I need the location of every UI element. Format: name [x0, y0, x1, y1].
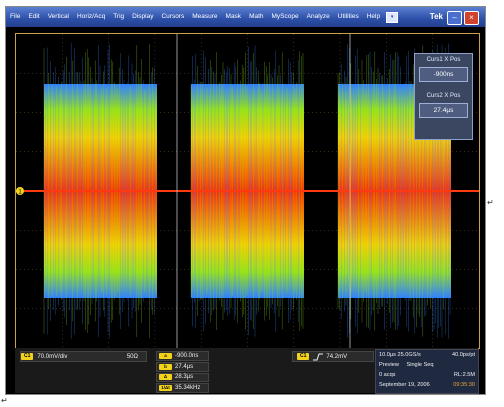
waveform-plot: 1 [16, 34, 479, 348]
menu-item-math[interactable]: Math [245, 7, 267, 27]
menu-item-display[interactable]: Display [128, 7, 157, 27]
channel-scale: 70.0mV/div [37, 353, 68, 360]
acq-date: September 19, 2006 [379, 382, 430, 388]
menu-item-help[interactable]: Help [363, 7, 384, 27]
trigger-level: 74.2mV [326, 353, 348, 360]
acq-mode: Preview [379, 362, 399, 368]
waveform-display[interactable]: 1 Curs1 X Pos -900ns Curs2 X Pos 27.4µs [15, 33, 480, 349]
brand-logo: Tek [429, 12, 443, 21]
cursor2-label: Curs2 X Pos [426, 93, 461, 99]
chevron-down-icon[interactable]: ▾ [386, 11, 399, 23]
sample-rate: 25.0GS/s [397, 352, 421, 358]
close-icon[interactable]: × [464, 11, 479, 25]
rising-edge-icon [313, 353, 324, 360]
return-mark: ↵ [487, 198, 494, 207]
menu-item-trig[interactable]: Trig [109, 7, 128, 27]
cursor-readout-panel[interactable]: Curs1 X Pos -900ns Curs2 X Pos 27.4µs [414, 53, 473, 140]
acq-time: 09:35:30 [453, 382, 475, 388]
status-bar: C1 70.0mV/div 50Ω a -900.0ns b 27.4µs Δ 28.… [15, 348, 479, 394]
channel-readout[interactable]: C1 70.0mV/div 50Ω [20, 351, 147, 362]
trigger-channel-chip: C1 [297, 353, 310, 360]
menu-item-vertical[interactable]: Vertical [44, 7, 73, 27]
channel-1-marker[interactable]: 1 [16, 187, 24, 196]
menu-item-file[interactable]: File [6, 7, 24, 27]
oscilloscope-window: File Edit Vertical Horiz/Acq Trig Display Curs… [5, 6, 486, 395]
menu-item-analyze[interactable]: Analyze [303, 7, 334, 27]
timebase: 10.0µs [379, 352, 396, 358]
menu-item-horiz-acq[interactable]: Horiz/Acq [73, 7, 109, 27]
acq-count: 0 acqs [379, 372, 396, 378]
menu-item-mask[interactable]: Mask [222, 7, 246, 27]
channel-impedance: 50Ω [126, 353, 138, 360]
menu-bar: File Edit Vertical Horiz/Acq Trig Display Curs… [6, 7, 485, 27]
resolution: 40.0ps/pt [451, 352, 475, 358]
menu-item-edit[interactable]: Edit [24, 7, 43, 27]
trigger-readout[interactable]: C1 74.2mV [292, 351, 374, 362]
channel-chip: C1 [21, 353, 34, 360]
menu-item-cursors[interactable]: Cursors [157, 7, 188, 27]
menu-item-measure[interactable]: Measure [188, 7, 221, 27]
measurement-row[interactable]: 1/Δt 35.34kHz [156, 383, 209, 393]
measurement-row[interactable]: Δ 28.3µs [156, 372, 209, 383]
cursor1-value[interactable]: -900ns [419, 67, 468, 82]
menu-item-myscope[interactable]: MyScope [268, 7, 303, 27]
record-length: RL:2.5M [453, 372, 475, 378]
measurement-list: a -900.0ns b 27.4µs Δ 28.3µs 1/Δt 35.34kHz [156, 351, 209, 393]
run-mode: Single Seq [406, 362, 434, 368]
cursor1-label: Curs1 X Pos [426, 57, 461, 63]
minimize-icon[interactable]: – [447, 11, 462, 25]
measurement-row[interactable]: b 27.4µs [156, 361, 209, 372]
measurement-row[interactable]: a -900.0ns [156, 351, 209, 361]
menu-item-utilities[interactable]: Utilities [334, 7, 363, 27]
acquisition-panel[interactable]: 10.0µs 25.0GS/s 40.0ps/pt Preview Single … [375, 349, 479, 394]
cursor2-value[interactable]: 27.4µs [419, 103, 468, 118]
return-mark: ↵ [1, 396, 8, 405]
